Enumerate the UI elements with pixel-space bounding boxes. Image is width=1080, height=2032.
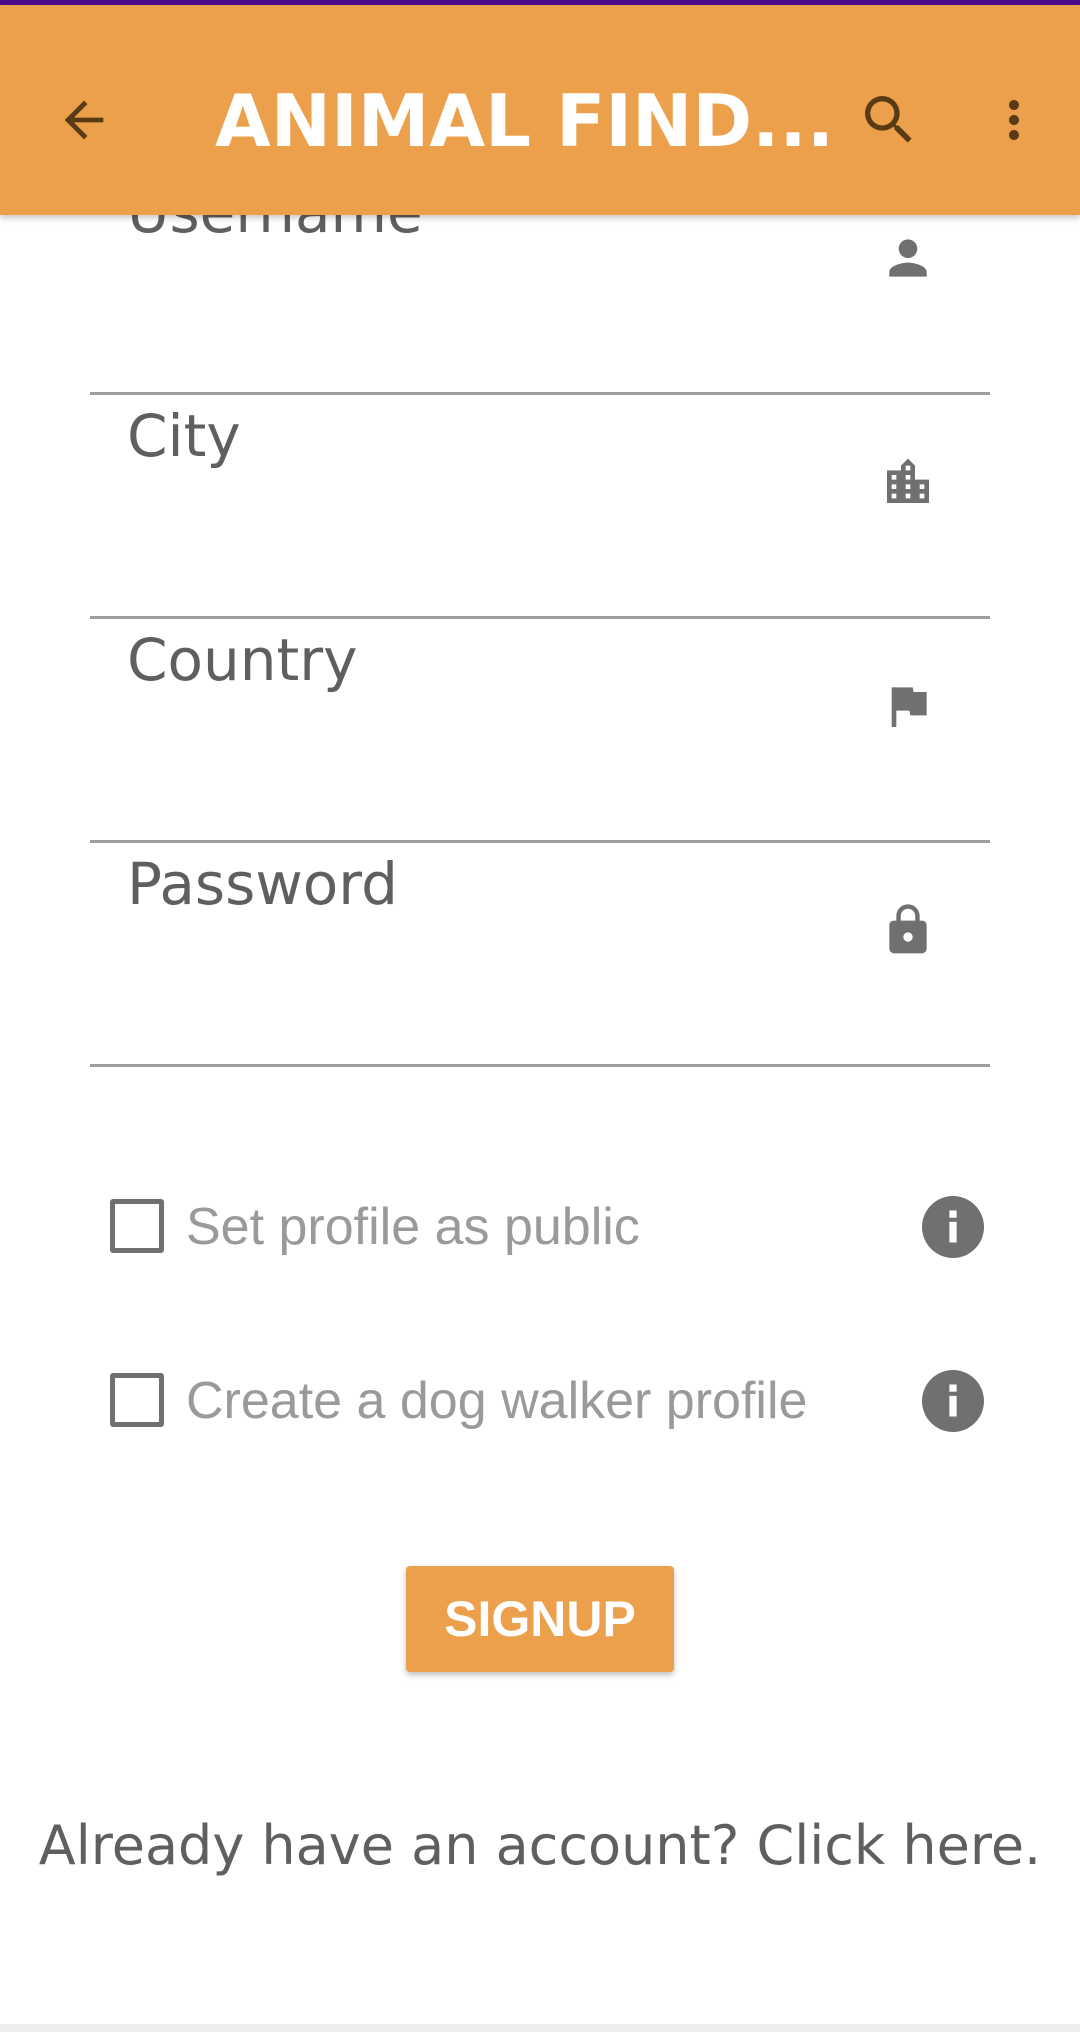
app-bar: ANIMAL FIND... [0, 5, 1080, 215]
app-title: ANIMAL FIND... [215, 79, 835, 163]
city-input[interactable] [127, 482, 891, 554]
password-label: Password [127, 850, 398, 918]
dog-walker-label[interactable]: Create a dog walker profile [186, 1366, 807, 1436]
country-input[interactable] [127, 706, 891, 778]
country-label: Country [127, 626, 358, 694]
back-button[interactable] [44, 80, 124, 160]
public-profile-row[interactable]: Set profile as public [110, 1192, 1010, 1262]
person-icon [889, 239, 927, 277]
username-input[interactable] [127, 258, 891, 330]
signup-button[interactable]: SIGNUP [406, 1566, 674, 1672]
country-field[interactable]: Country [90, 616, 990, 843]
bottom-divider [0, 2024, 1080, 2032]
city-field[interactable]: City [90, 392, 990, 619]
city-icon [887, 458, 929, 503]
password-field[interactable]: Password [90, 840, 990, 1067]
search-button[interactable] [846, 77, 932, 163]
info-icon[interactable] [922, 1370, 984, 1432]
password-input[interactable] [127, 930, 891, 1002]
more-vert-icon [1009, 100, 1019, 140]
public-profile-label[interactable]: Set profile as public [186, 1192, 640, 1262]
public-profile-checkbox[interactable] [110, 1199, 164, 1253]
info-icon[interactable] [922, 1196, 984, 1258]
dog-walker-row[interactable]: Create a dog walker profile [110, 1366, 1010, 1436]
lock-icon [889, 904, 927, 954]
city-label: City [127, 402, 241, 470]
overflow-menu-button[interactable] [984, 77, 1044, 163]
search-icon [865, 96, 912, 143]
arrow-back-icon [64, 100, 104, 140]
flag-icon [891, 687, 927, 727]
dog-walker-checkbox[interactable] [110, 1373, 164, 1427]
login-link[interactable]: Already have an account? Click here. [0, 1814, 1080, 1877]
